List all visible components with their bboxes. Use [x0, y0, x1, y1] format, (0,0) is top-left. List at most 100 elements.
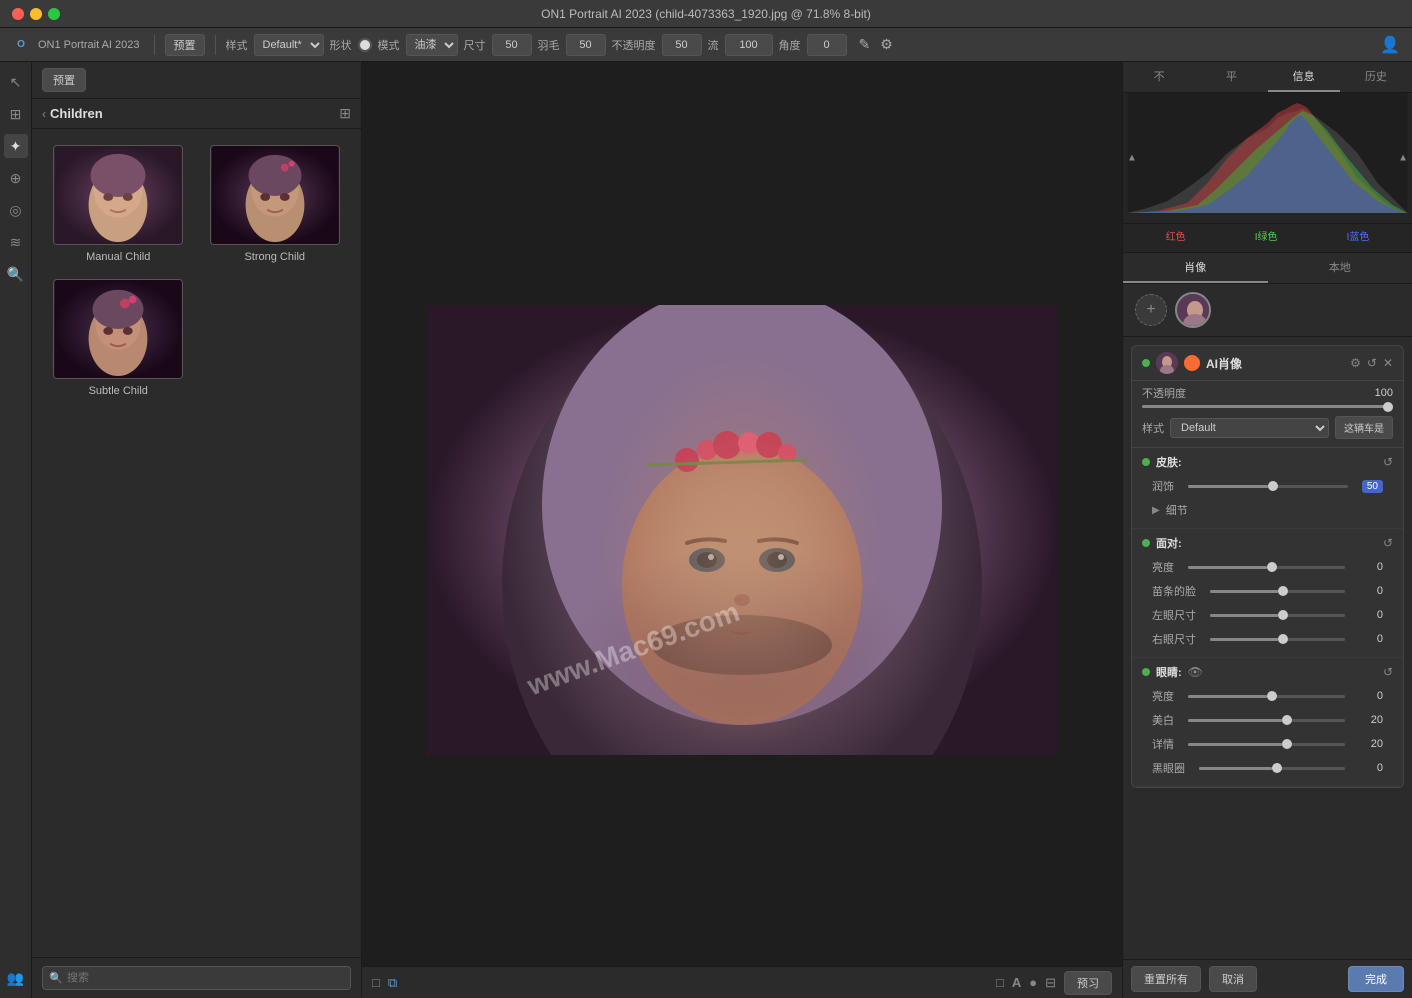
tool-retouch[interactable]: ◎	[4, 198, 28, 222]
runshi-slider[interactable]	[1188, 485, 1348, 488]
tab-bu[interactable]: 不	[1123, 62, 1195, 92]
preset-button[interactable]: 预置	[165, 34, 205, 56]
slim-face-slider[interactable]	[1210, 590, 1345, 593]
face-brightness-value: 0	[1359, 561, 1383, 573]
person-avatar[interactable]	[1175, 292, 1211, 328]
tab-info[interactable]: 信息	[1268, 62, 1340, 92]
dark-circles-thumb[interactable]	[1272, 763, 1282, 773]
angle-input[interactable]: 0	[807, 34, 847, 56]
tab-portrait[interactable]: 肖像	[1123, 253, 1268, 283]
eyes-label: 眼睛:	[1156, 664, 1182, 680]
shape-circle[interactable]	[358, 38, 372, 52]
presets-button[interactable]: 预置	[42, 68, 86, 92]
tool-search[interactable]: 🔍	[4, 262, 28, 286]
grid-view-icon[interactable]: ⊞	[339, 105, 351, 122]
presets-grid: Manual Child	[32, 129, 361, 413]
opacity-slider[interactable]	[1142, 405, 1393, 408]
tool-crop[interactable]: ⊞	[4, 102, 28, 126]
ai-record-button[interactable]	[1184, 355, 1200, 371]
style-label: 样式	[1142, 420, 1164, 436]
close-module-icon[interactable]: ✕	[1383, 356, 1393, 370]
tab-ping[interactable]: 平	[1195, 62, 1267, 92]
tab-history[interactable]: 历史	[1340, 62, 1412, 92]
detail-row[interactable]: ▶ 细节	[1142, 498, 1393, 522]
style-select[interactable]: Default*	[254, 34, 324, 56]
circle-icon[interactable]: ●	[1029, 975, 1037, 990]
slim-face-thumb[interactable]	[1278, 586, 1288, 596]
face-brightness-slider[interactable]	[1188, 566, 1345, 569]
size-label: 尺寸	[464, 37, 486, 53]
user-icon[interactable]: 👤	[1378, 33, 1402, 57]
skin-reset-icon[interactable]: ↺	[1383, 455, 1393, 469]
tool-brush[interactable]: ✦	[4, 134, 28, 158]
face-brightness-thumb[interactable]	[1267, 562, 1277, 572]
reset-icon[interactable]: ↺	[1367, 356, 1377, 370]
eyes-brightness-thumb[interactable]	[1267, 691, 1277, 701]
fullscreen-button[interactable]	[48, 8, 60, 20]
settings-icon[interactable]: ⚙	[878, 34, 895, 55]
eyedropper-icon[interactable]: ✎	[857, 34, 873, 55]
portrait-controls: AI肖像 ⚙ ↺ ✕ 不透明度 100	[1123, 337, 1412, 998]
search-input[interactable]	[42, 966, 351, 990]
eyes-reset-icon[interactable]: ↺	[1383, 665, 1393, 679]
tool-clone[interactable]: ⊕	[4, 166, 28, 190]
preset-item[interactable]: Subtle Child	[48, 279, 189, 397]
dark-circles-row: 黑眼圈 0	[1142, 756, 1393, 780]
mode-select[interactable]: 油漆	[406, 34, 458, 56]
done-button[interactable]: 完成	[1348, 966, 1404, 992]
reset-all-button[interactable]: 重置所有	[1131, 966, 1201, 992]
right-eye-label: 右眼尺寸	[1152, 631, 1196, 647]
preview-button[interactable]: 预习	[1064, 971, 1112, 995]
layers2-icon[interactable]: ⊟	[1045, 975, 1056, 991]
face-brightness-row: 亮度 0	[1142, 555, 1393, 579]
skin-dot	[1142, 458, 1150, 466]
dark-circles-slider[interactable]	[1199, 767, 1345, 770]
left-eye-slider[interactable]	[1210, 614, 1345, 617]
detail2-slider[interactable]	[1188, 743, 1345, 746]
frame-icon[interactable]: □	[996, 975, 1004, 990]
skin-header: 皮肤: ↺	[1142, 454, 1393, 470]
size-input[interactable]: 50	[492, 34, 532, 56]
style-row: 样式 Default 这辆车是	[1132, 412, 1403, 448]
tab-local[interactable]: 本地	[1268, 253, 1412, 283]
presets-header: 预置	[32, 62, 361, 99]
whitening-slider[interactable]	[1188, 719, 1345, 722]
opacity-input[interactable]: 50	[662, 34, 702, 56]
opacity-thumb[interactable]	[1383, 402, 1393, 412]
add-person-button[interactable]: +	[1135, 294, 1167, 326]
detail-expand-icon[interactable]: ▶	[1152, 505, 1160, 516]
preset-item[interactable]: Manual Child	[48, 145, 189, 263]
cancel-button[interactable]: 取消	[1209, 966, 1257, 992]
settings-gear-icon[interactable]: ⚙	[1350, 356, 1361, 370]
tool-person-add[interactable]: 👥	[4, 966, 28, 990]
preset-item[interactable]: Strong Child	[205, 145, 346, 263]
shape-label: 形状	[330, 37, 352, 53]
eyes-brightness-slider[interactable]	[1188, 695, 1345, 698]
right-eye-slider[interactable]	[1210, 638, 1345, 641]
text-icon[interactable]: A	[1012, 975, 1021, 990]
detail2-thumb[interactable]	[1282, 739, 1292, 749]
runshi-thumb[interactable]	[1268, 481, 1278, 491]
hist-left-arrow: ▲	[1127, 153, 1137, 164]
canvas-area[interactable]: www.Mac69.com □ ⧉ □ A ● ⊟ 预习	[362, 62, 1122, 998]
layer-stack-icon[interactable]: ⧉	[388, 975, 397, 991]
close-button[interactable]	[12, 8, 24, 20]
flow-input[interactable]: 100	[725, 34, 773, 56]
tool-cursor[interactable]: ↖	[4, 70, 28, 94]
style-dropdown[interactable]: Default	[1170, 418, 1329, 438]
photo-overlay	[427, 305, 1057, 755]
right-eye-thumb[interactable]	[1278, 634, 1288, 644]
feather-input[interactable]: 50	[566, 34, 606, 56]
minimize-button[interactable]	[30, 8, 42, 20]
layer-icon[interactable]: □	[372, 975, 380, 990]
face-reset-icon[interactable]: ↺	[1383, 536, 1393, 550]
histogram-canvas: ▲ ▲	[1123, 93, 1412, 223]
left-eye-thumb[interactable]	[1278, 610, 1288, 620]
main-layout: ↖ ⊞ ✦ ⊕ ◎ ≋ 🔍 👥 预置 ‹ Children ⊞	[0, 62, 1412, 998]
eyes-brightness-value: 0	[1359, 690, 1383, 702]
tool-filter[interactable]: ≋	[4, 230, 28, 254]
eyes-visibility-icon[interactable]: 👁	[1188, 665, 1203, 679]
back-arrow-icon[interactable]: ‹	[42, 107, 46, 121]
whitening-thumb[interactable]	[1282, 715, 1292, 725]
this-car-button[interactable]: 这辆车是	[1335, 416, 1393, 439]
